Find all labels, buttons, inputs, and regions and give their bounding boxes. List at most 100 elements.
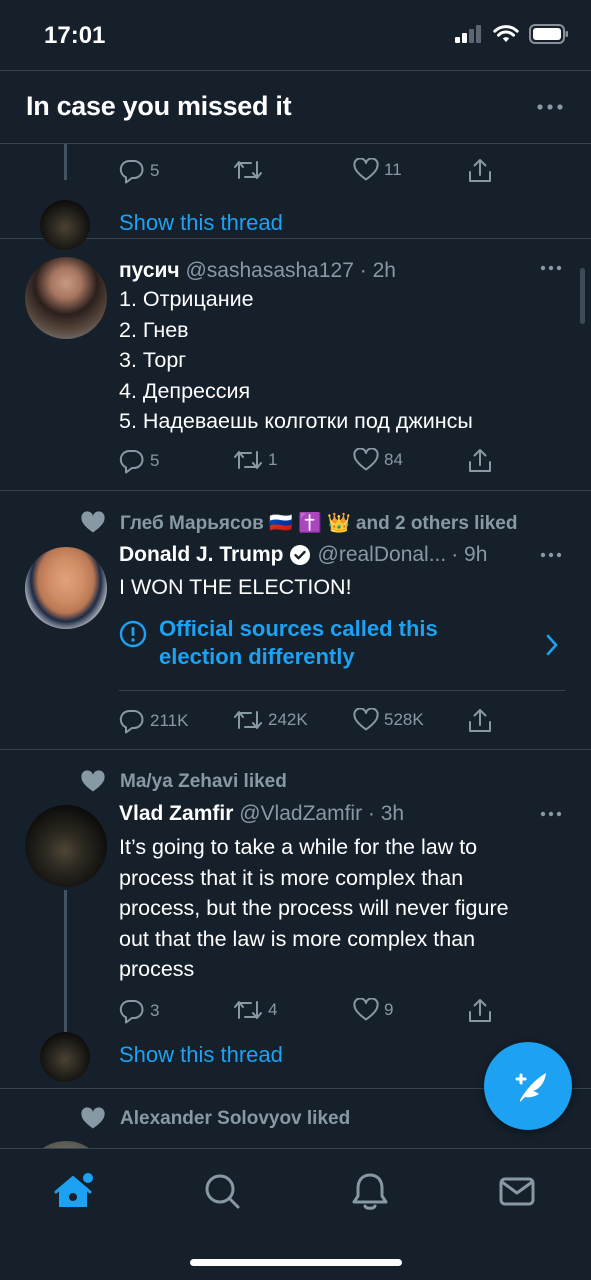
tweet[interactable]: Глеб Марьясов 🇷🇺 ✝️ 👑 and 2 others liked…	[0, 491, 591, 750]
like-button[interactable]: 528K	[353, 708, 424, 732]
search-icon[interactable]	[200, 1169, 244, 1213]
status-icons	[455, 24, 569, 44]
tweet-text-line: 1. Отрицание	[119, 287, 254, 311]
home-indicator[interactable]	[190, 1259, 402, 1266]
verified-badge-icon	[289, 545, 310, 565]
show-thread-link[interactable]: Show this thread	[119, 1042, 283, 1068]
social-context-text[interactable]: Глеб Марьясов 🇷🇺 ✝️ 👑 and 2 others liked	[120, 511, 517, 535]
more-options-icon[interactable]	[539, 262, 563, 274]
avatar[interactable]	[25, 547, 107, 629]
share-button[interactable]	[467, 708, 493, 734]
like-button[interactable]: 84	[353, 448, 403, 472]
retweet-count: 242K	[268, 710, 308, 729]
tweet-time: · 2h	[359, 259, 396, 282]
author-handle[interactable]: @VladZamfir	[239, 802, 362, 825]
tweet-actions: 211K 242K 528K	[119, 708, 499, 738]
page-title: In case you missed it	[26, 91, 292, 121]
wifi-icon	[493, 24, 519, 42]
share-icon	[469, 449, 491, 472]
like-count: 528K	[384, 710, 424, 729]
retweet-count: 4	[268, 1000, 278, 1019]
retweet-icon	[234, 161, 262, 179]
like-button[interactable]: 11	[353, 158, 402, 182]
like-button[interactable]: 9	[353, 998, 393, 1022]
like-count: 11	[384, 160, 402, 179]
share-button[interactable]	[467, 448, 493, 474]
thread-line	[64, 890, 67, 1032]
avatar[interactable]	[25, 257, 107, 339]
share-icon	[469, 159, 491, 182]
election-notice[interactable]: Official sources called this election di…	[119, 615, 565, 691]
tweet-text-line: process	[119, 957, 195, 981]
heart-icon	[353, 448, 379, 471]
retweet-icon	[234, 1001, 262, 1019]
author-name[interactable]: Donald J. Trump	[119, 543, 284, 567]
tweet-meta: Donald J. Trump @realDonal... · 9h	[119, 543, 487, 567]
reply-count: 5	[150, 451, 160, 470]
retweet-button[interactable]: 4	[233, 998, 277, 1022]
author-handle[interactable]: @realDonal...	[318, 543, 447, 567]
battery-icon	[529, 24, 568, 44]
thread-line	[64, 144, 67, 180]
heart-icon	[353, 998, 379, 1021]
share-button[interactable]	[467, 998, 493, 1024]
social-context: Ma/ya Zehavi liked	[80, 770, 287, 794]
tweet-time: · 3h	[367, 802, 405, 825]
cellular-signal-icon	[455, 25, 481, 43]
reply-count: 5	[150, 161, 160, 180]
reply-icon	[119, 999, 144, 1024]
reply-icon	[119, 709, 144, 734]
info-alert-icon	[119, 620, 147, 648]
notifications-icon[interactable]	[348, 1169, 392, 1213]
avatar[interactable]	[25, 1141, 107, 1148]
tweet-actions: 5 1 84	[119, 448, 499, 478]
compose-tweet-button[interactable]	[484, 1042, 572, 1130]
show-thread-link[interactable]: Show this thread	[119, 210, 283, 236]
liked-heart-icon	[81, 770, 105, 792]
reply-button[interactable]: 3	[119, 998, 159, 1024]
avatar[interactable]	[25, 805, 107, 887]
liked-heart-icon	[81, 511, 105, 533]
tweet[interactable]: Ma/ya Zehavi liked Vlad Zamfir @VladZamf…	[0, 750, 591, 1089]
retweet-button[interactable]: 1	[233, 448, 277, 472]
retweet-icon	[234, 451, 262, 469]
more-options-icon[interactable]	[535, 95, 565, 119]
retweet-button[interactable]	[233, 158, 268, 182]
messages-icon[interactable]	[495, 1169, 539, 1213]
reply-icon	[119, 159, 144, 184]
notice-text[interactable]: Official sources called this election di…	[159, 615, 499, 671]
reply-count: 211K	[150, 711, 189, 730]
social-context-text[interactable]: Alexander Solovyov liked	[120, 1108, 350, 1130]
chevron-right-icon[interactable]	[545, 633, 559, 657]
tweet-meta: пусич @sashasasha127 · 2h	[119, 259, 396, 283]
tweet-text: 1. Отрицание 2. Гнев 3. Торг 4. Депресси…	[119, 284, 473, 437]
reply-count: 3	[150, 1001, 160, 1020]
author-name[interactable]: пусич	[119, 259, 180, 282]
heart-icon	[353, 158, 379, 181]
retweet-button[interactable]: 242K	[233, 708, 308, 732]
share-icon	[469, 709, 491, 732]
home-icon[interactable]	[53, 1169, 97, 1213]
status-time: 17:01	[44, 22, 106, 49]
reply-button[interactable]: 211K	[119, 708, 188, 734]
retweet-icon	[234, 711, 262, 729]
more-options-icon[interactable]	[539, 549, 563, 561]
tweet-meta: Vlad Zamfir @VladZamfir · 3h	[119, 802, 404, 826]
tweet-text-line: process, but the process will never figu…	[119, 896, 509, 920]
reply-button[interactable]: 5	[119, 158, 159, 184]
author-handle[interactable]: @sashasasha127	[185, 259, 353, 282]
author-name[interactable]: Vlad Zamfir	[119, 802, 233, 825]
timeline-feed: 5 11 Show this thread пусич @sashasasha1…	[0, 144, 591, 1148]
avatar[interactable]	[40, 1032, 90, 1082]
tweet[interactable]: пусич @sashasasha127 · 2h 1. Отрицание 2…	[0, 239, 591, 491]
compose-feather-icon	[515, 1073, 546, 1102]
share-button[interactable]	[467, 158, 493, 184]
tweet-text: I WON THE ELECTION!	[119, 575, 352, 599]
more-options-icon[interactable]	[539, 808, 563, 820]
social-context-text[interactable]: Ma/ya Zehavi liked	[120, 771, 287, 793]
tweet-text-line: 4. Депрессия	[119, 378, 251, 403]
tweet-text-line: It’s going to take a while for the law t…	[119, 835, 478, 859]
tweet[interactable]: 5 11 Show this thread	[0, 144, 591, 250]
reply-button[interactable]: 5	[119, 448, 159, 474]
tweet-text-line: out that the law is more complex than	[119, 926, 476, 951]
